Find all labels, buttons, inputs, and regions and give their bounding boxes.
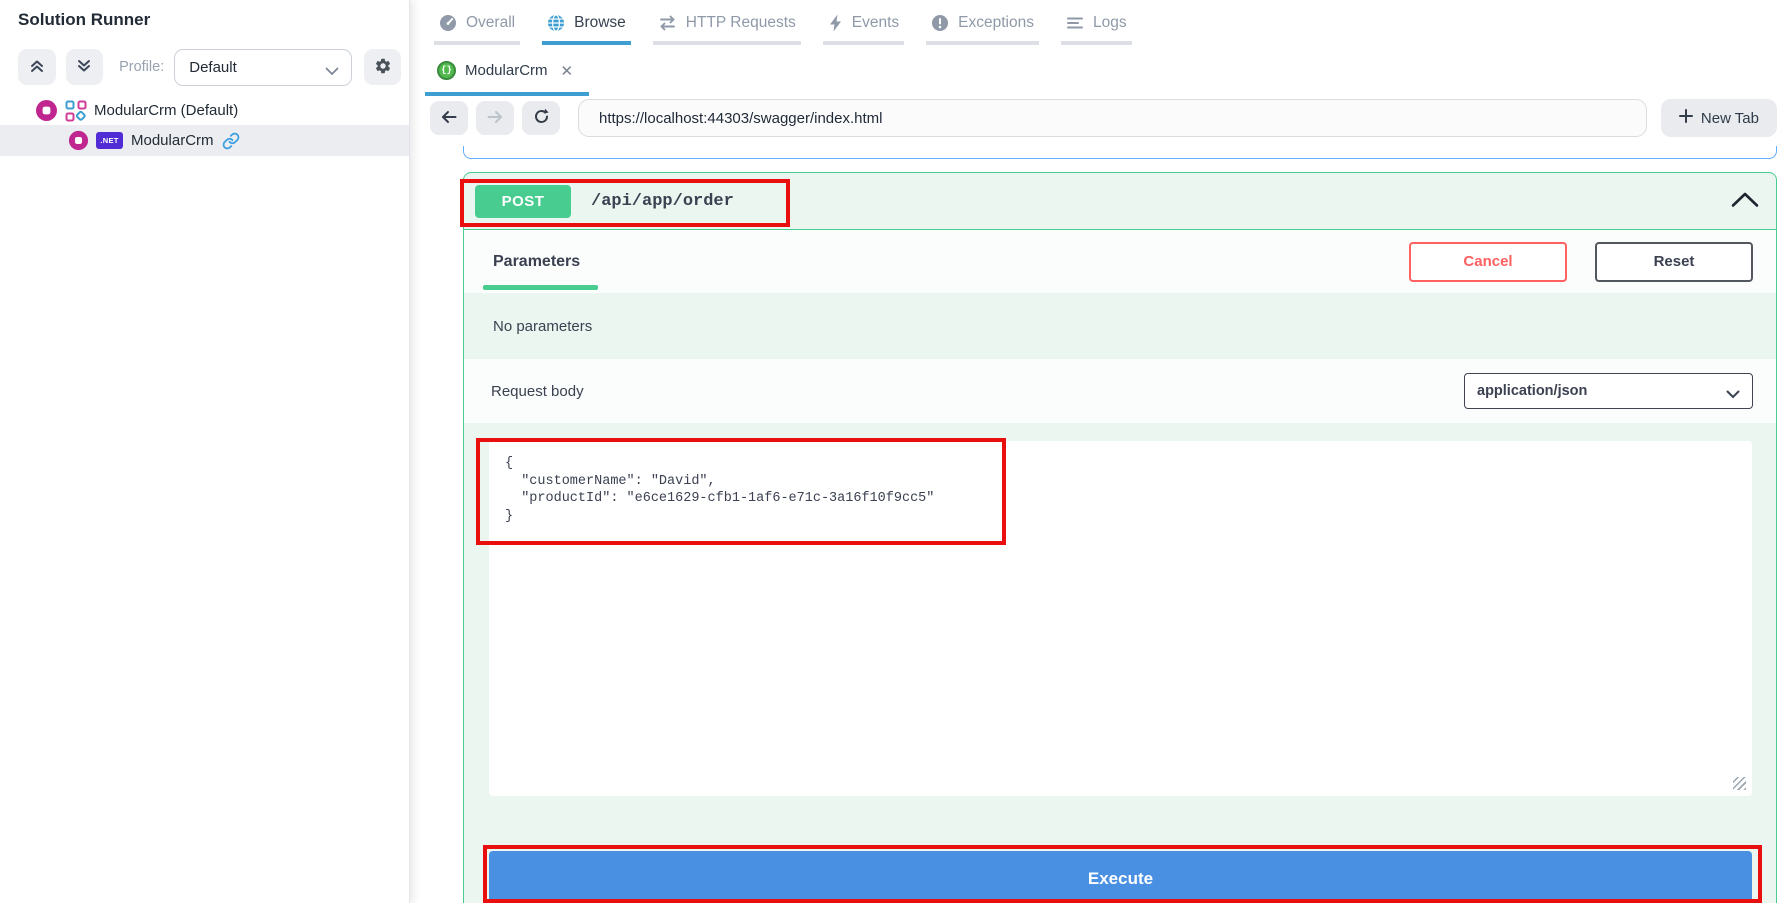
textarea-resize-handle[interactable] [1733,777,1746,790]
profile-label: Profile: [119,59,164,75]
chevron-down-icon [325,63,339,72]
try-out-buttons: Cancel Reset [1409,242,1753,282]
dotnet-badge: .NET [96,132,123,149]
browser-tab-strip: {} ModularCrm ✕ [410,45,1789,96]
exclamation-circle-icon [931,14,949,32]
parameters-section-header: Parameters Cancel Reset [464,230,1776,293]
post-operation-block: POST /api/app/order Parameters Cancel Re… [463,172,1777,903]
content-type-select[interactable]: application/json [1464,373,1753,409]
tab-logs[interactable]: Logs [1061,0,1132,45]
chevron-down-icon [1726,387,1740,396]
refresh-icon [533,108,550,128]
browser-tab-title: ModularCrm [465,62,548,79]
tree-item-label: ModularCrm [131,132,214,149]
swagger-page: POST /api/app/order Parameters Cancel Re… [410,146,1789,903]
tab-label: Browse [574,14,626,32]
main-tab-bar: Overall Browse HTTP Requests Events [410,0,1789,45]
run-status-icon [35,99,58,122]
expand-all-button[interactable] [66,49,104,85]
lightning-icon [828,14,843,32]
sidebar-title: Solution Runner [18,10,150,30]
content-type-value: application/json [1477,383,1587,399]
profile-select-value: Default [189,59,237,76]
tab-label: Exceptions [958,14,1034,32]
tab-label: Overall [466,14,515,32]
tree-item-label: ModularCrm (Default) [94,102,238,119]
arrow-right-icon [486,109,504,128]
tab-exceptions[interactable]: Exceptions [926,0,1039,45]
cancel-button[interactable]: Cancel [1409,242,1567,282]
list-lines-icon [1066,14,1084,32]
collapse-chevron-icon[interactable] [1730,191,1760,208]
tab-label: HTTP Requests [686,14,796,32]
settings-button[interactable] [364,49,401,85]
solution-tree: ModularCrm (Default) .NET ModularCrm [0,96,409,156]
double-chevron-down-icon [76,58,92,77]
tree-row-solution[interactable]: ModularCrm (Default) [0,96,409,125]
tab-label: Logs [1093,14,1127,32]
swagger-favicon: {} [437,61,456,80]
back-button[interactable] [430,101,468,135]
execute-button[interactable]: Execute [489,851,1752,903]
tab-overall[interactable]: Overall [434,0,520,45]
main-panel: Overall Browse HTTP Requests Events [410,0,1789,903]
tab-events[interactable]: Events [823,0,904,45]
sidebar-toolbar: Profile: Default [18,48,401,86]
app-window: Solution Runner Profile: Default [0,0,1789,903]
globe-icon [547,14,565,32]
double-chevron-up-icon [29,58,45,77]
parameters-title: Parameters [493,253,580,271]
browser-url-bar: New Tab [410,96,1789,140]
new-tab-button[interactable]: New Tab [1661,99,1777,137]
tab-label: Events [852,14,899,32]
refresh-button[interactable] [522,101,560,135]
operation-path: /api/app/order [591,192,734,211]
operation-header[interactable]: POST /api/app/order [464,173,1776,230]
forward-button[interactable] [476,101,514,135]
request-body-label: Request body [491,383,584,400]
no-parameters-text: No parameters [464,293,1776,359]
plus-icon [1679,109,1693,127]
swap-arrows-icon [658,14,677,32]
run-status-icon [68,130,89,151]
solution-modules-icon [65,100,87,122]
solution-runner-sidebar: Solution Runner Profile: Default [0,0,410,903]
request-body-editor [464,423,1776,796]
tab-browse[interactable]: Browse [542,0,631,45]
collapse-all-button[interactable] [18,49,56,85]
browse-link-icon[interactable] [222,132,240,150]
parameters-active-underline [483,285,598,290]
url-input[interactable] [578,99,1647,137]
tab-http-requests[interactable]: HTTP Requests [653,0,801,45]
gauge-icon [439,14,457,32]
gear-icon [374,57,392,78]
request-body-textarea[interactable] [489,441,1752,796]
reset-button[interactable]: Reset [1595,242,1753,282]
tree-row-module-selected[interactable]: .NET ModularCrm [0,125,409,156]
arrow-left-icon [440,109,458,128]
execute-wrapper: Execute [489,851,1752,903]
browser-tab-modularcrm[interactable]: {} ModularCrm ✕ [425,45,589,96]
previous-operation-block-bottom [463,146,1777,159]
request-body-header: Request body application/json [464,359,1776,423]
new-tab-label: New Tab [1701,110,1759,127]
profile-select[interactable]: Default [174,49,352,86]
http-method-badge: POST [475,185,571,218]
close-tab-icon[interactable]: ✕ [561,62,574,80]
